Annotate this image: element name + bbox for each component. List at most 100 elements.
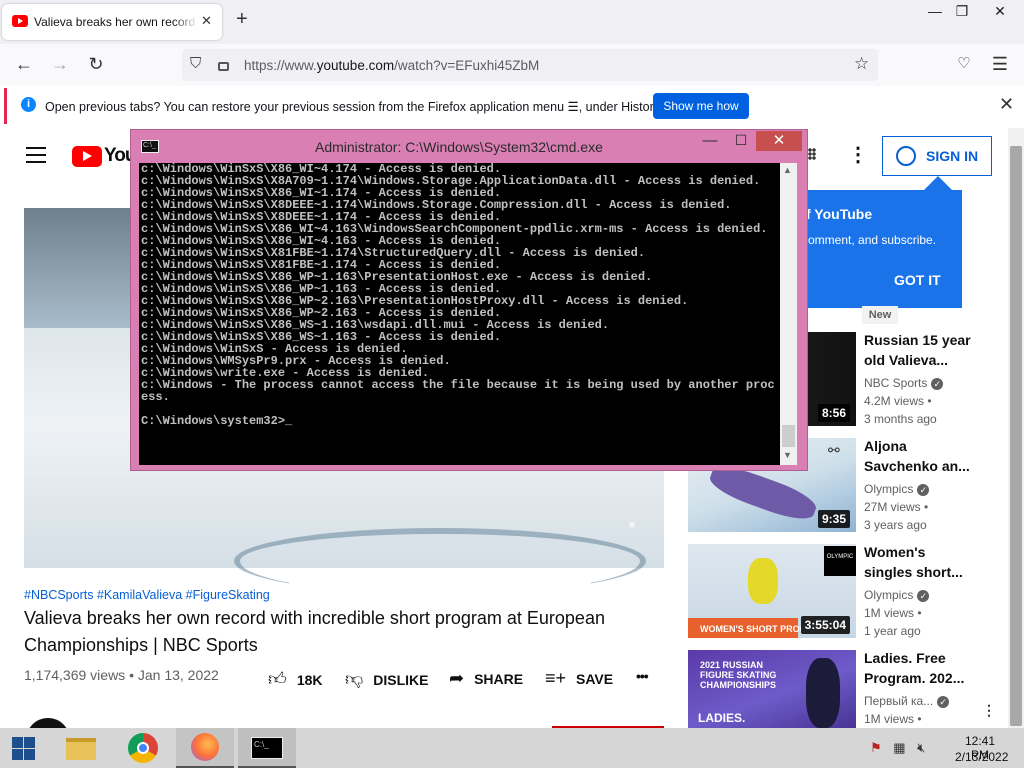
restore-window-button[interactable]: ❐ xyxy=(947,2,977,22)
cmd-taskbar-button[interactable]: C:\_ xyxy=(238,728,296,768)
channel-name[interactable]: Первый ка... ✓ xyxy=(864,694,950,708)
view-count: 4.2M views • xyxy=(864,394,932,408)
recommended-title[interactable]: Russian 15 year old Valieva... xyxy=(864,330,974,370)
cmd-window[interactable]: C:\_ Administrator: C:\Windows\System32\… xyxy=(130,129,808,471)
channel-name[interactable]: Olympics ✓ xyxy=(864,482,930,496)
action-center-flag-icon[interactable]: ⚑ xyxy=(870,740,882,755)
scroll-down-arrow-icon[interactable]: ▼ xyxy=(783,450,792,460)
forward-icon[interactable]: → xyxy=(46,52,74,78)
pocket-icon[interactable]: ♡ xyxy=(950,52,978,78)
verified-check-icon: ✓ xyxy=(917,483,930,496)
thumbnail-caption-2: LADIES. xyxy=(698,711,746,725)
cmd-window-title: Administrator: C:\Windows\System32\cmd.e… xyxy=(315,139,603,155)
firefox-icon xyxy=(191,733,219,761)
video-thumbnail[interactable]: OLYMPIC WOMEN'S SHORT PROGRAM - 3:55:04 xyxy=(688,544,856,638)
recommended-video[interactable]: OLYMPIC WOMEN'S SHORT PROGRAM - 3:55:04 … xyxy=(688,544,1008,644)
scroll-up-arrow-icon[interactable]: ▲ xyxy=(783,165,792,175)
url-text[interactable]: https://www.youtube.com/watch?v=EFuxhi45… xyxy=(244,58,539,73)
cmd-minimize-button[interactable]: — xyxy=(696,132,724,152)
info-icon: i xyxy=(21,97,36,112)
views-and-date: 1,174,369 views • Jan 13, 2022 xyxy=(24,667,219,683)
channel-name[interactable]: NBC Sports ✓ xyxy=(864,376,944,390)
reload-icon[interactable]: ↻ xyxy=(82,52,110,78)
save-button[interactable]: ≡+ SAVE xyxy=(545,668,613,689)
cmd-scrollbar[interactable]: ▲ ▼ xyxy=(780,163,797,465)
windows-logo-pane xyxy=(12,749,23,760)
nbc-watermark-icon: ✱ xyxy=(628,520,636,530)
windows-logo-pane xyxy=(24,749,35,760)
page-scrollbar-thumb[interactable] xyxy=(1010,146,1022,726)
account-icon xyxy=(896,146,916,166)
thumbnail-caption: 2021 RUSSIAN FIGURE SKATING CHAMPIONSHIP… xyxy=(700,660,777,690)
save-label: SAVE xyxy=(576,671,614,687)
more-options-icon[interactable]: ⋮ xyxy=(982,702,996,719)
sign-in-label: SIGN IN xyxy=(926,148,979,164)
recommended-title[interactable]: Aljona Savchenko an... xyxy=(864,436,974,476)
cmd-scroll-thumb[interactable] xyxy=(782,425,795,447)
got-it-button[interactable]: GOT IT xyxy=(894,272,941,288)
upload-age: 3 years ago xyxy=(864,518,927,532)
chrome-icon-center xyxy=(137,742,149,754)
system-tray: ⚑ ▦ 🔇︎ xyxy=(870,740,925,756)
dislike-label: DISLIKE xyxy=(373,672,429,688)
recommended-title[interactable]: Ladies. Free Program. 202... xyxy=(864,648,974,688)
file-explorer-taskbar-button[interactable] xyxy=(52,728,110,768)
cmd-icon: C:\_ xyxy=(251,737,283,759)
back-icon[interactable]: ← xyxy=(10,52,38,78)
sign-in-promo-popup: f YouTube comment, and subscribe. GOT IT xyxy=(796,190,962,308)
url-bar[interactable]: ⛉ https://www.youtube.com/watch?v=EFuxhi… xyxy=(182,49,878,81)
video-duration: 3:55:04 xyxy=(800,616,850,634)
cmd-maximize-button[interactable]: ☐ xyxy=(727,132,755,152)
thumbnail-banner: WOMEN'S SHORT PROGRAM - xyxy=(688,618,833,638)
tab-strip: Valieva breaks her own record with incre… xyxy=(0,0,1024,44)
close-window-button[interactable]: ✕ xyxy=(985,2,1015,22)
dislike-button[interactable]: 👎︎ DISLIKE xyxy=(345,668,429,690)
youtube-logo-icon[interactable] xyxy=(72,146,102,167)
bookmark-star-icon[interactable]: ☆ xyxy=(854,54,869,74)
minimize-window-button[interactable]: — xyxy=(920,2,950,22)
hamburger-menu-icon[interactable] xyxy=(26,147,46,163)
settings-dots-icon[interactable]: ⋮ xyxy=(848,142,868,167)
thumbnail-figure xyxy=(748,558,778,604)
new-tab-button[interactable]: + xyxy=(236,8,248,31)
like-count: 18K xyxy=(296,672,323,688)
channel-name[interactable]: Olympics ✓ xyxy=(864,588,930,602)
cmd-console-output[interactable]: c:\Windows\WinSxS\X86_WI~4.174 - Access … xyxy=(139,163,780,465)
chrome-icon xyxy=(128,733,158,763)
tab-close-icon[interactable]: ✕ xyxy=(201,13,212,29)
more-actions-button[interactable]: ••• xyxy=(636,668,649,684)
chrome-taskbar-button[interactable] xyxy=(114,728,172,768)
close-notification-icon[interactable]: ✕ xyxy=(999,94,1014,115)
like-button[interactable]: 👍︎ 18K xyxy=(268,668,323,690)
show-me-how-button[interactable]: Show me how xyxy=(653,93,749,119)
video-duration: 8:56 xyxy=(817,404,850,422)
volume-muted-icon[interactable]: 🔇︎ xyxy=(917,740,925,755)
verified-check-icon: ✓ xyxy=(931,377,944,390)
new-chip[interactable]: New xyxy=(862,306,898,324)
start-button[interactable] xyxy=(0,728,48,768)
clock-date[interactable]: 2/13/2022 xyxy=(955,750,1008,764)
youtube-favicon-icon xyxy=(12,15,28,27)
firefox-taskbar-button[interactable] xyxy=(176,728,234,768)
windows-logo-icon xyxy=(12,737,23,748)
tracking-shield-icon[interactable]: ⛉ xyxy=(190,55,201,72)
lock-icon[interactable] xyxy=(218,62,229,71)
sign-in-button[interactable]: SIGN IN xyxy=(882,136,992,176)
share-button[interactable]: ➦ SHARE xyxy=(449,668,523,689)
cmd-window-icon[interactable]: C:\_ xyxy=(141,140,159,153)
olympic-rings-icon: ⚯ xyxy=(828,442,840,458)
browser-tab[interactable]: Valieva breaks her own record with incre… xyxy=(2,4,222,40)
popup-body: comment, and subscribe. xyxy=(802,233,937,247)
tab-title: Valieva breaks her own record with incre… xyxy=(34,15,198,29)
folder-icon xyxy=(66,738,96,760)
video-hashtags[interactable]: #NBCSports #KamilaValieva #FigureSkating xyxy=(24,588,270,602)
popup-title: f YouTube xyxy=(806,206,873,222)
cmd-close-button[interactable]: ✕ xyxy=(756,131,802,151)
app-menu-icon[interactable]: ☰ xyxy=(986,52,1014,78)
popup-arrow xyxy=(924,176,952,190)
network-icon[interactable]: ▦ xyxy=(893,740,905,755)
view-count: 1M views • xyxy=(864,712,922,726)
share-label: SHARE xyxy=(474,671,524,687)
recommended-title[interactable]: Women's singles short... xyxy=(864,542,974,582)
thumbs-down-icon: 👎︎ xyxy=(345,669,364,689)
